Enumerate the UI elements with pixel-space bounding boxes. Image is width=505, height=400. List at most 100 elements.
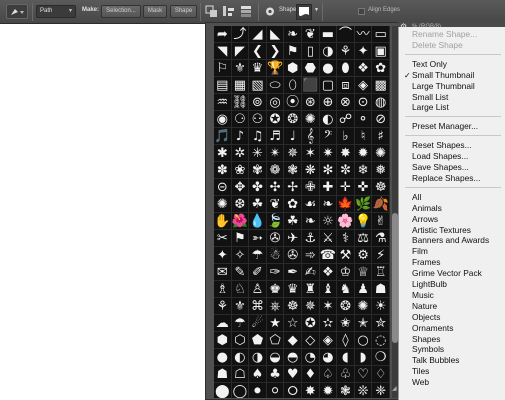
shape-thumbnail[interactable]: ☍ xyxy=(337,111,355,128)
shape-thumbnail[interactable]: ♦ xyxy=(302,366,320,383)
shape-thumbnail[interactable]: ✶ xyxy=(302,145,320,162)
shape-thumbnail[interactable]: ✌ xyxy=(372,213,390,230)
menu-item[interactable]: Small List xyxy=(399,92,505,103)
shape-thumbnail[interactable]: ⬮ xyxy=(337,60,355,77)
shape-thumbnail[interactable]: ♝ xyxy=(319,281,338,298)
shape-thumbnail[interactable]: ⊘ xyxy=(372,111,390,128)
shape-thumbnail[interactable]: ⊗ xyxy=(337,94,355,111)
shape-thumbnail[interactable]: ⬯ xyxy=(284,77,302,94)
shape-thumbnail[interactable]: ♗ xyxy=(214,281,232,298)
shape-thumbnail[interactable]: ☸ xyxy=(372,179,390,196)
shape-thumbnail[interactable]: ▬ xyxy=(319,26,338,43)
shape-thumbnail[interactable]: ♩ xyxy=(284,128,302,145)
shape-thumbnail[interactable]: ✸ xyxy=(302,383,320,398)
menu-item[interactable]: Artistic Textures xyxy=(399,225,505,236)
shape-thumbnail[interactable]: ⚪ xyxy=(267,383,285,398)
shape-thumbnail[interactable]: ⚫ xyxy=(249,383,267,398)
menu-item[interactable]: Tiles xyxy=(399,366,505,377)
shape-thumbnail[interactable]: ☂ xyxy=(249,247,267,264)
shape-thumbnail[interactable]: ⚇ xyxy=(249,111,267,128)
shape-thumbnail[interactable]: ♯ xyxy=(372,128,390,145)
menu-item[interactable]: Load Shapes... xyxy=(399,151,505,162)
shape-thumbnail[interactable]: ⊕ xyxy=(319,94,338,111)
shape-thumbnail[interactable]: ♜ xyxy=(302,281,320,298)
menu-item[interactable]: Symbols xyxy=(399,344,505,355)
menu-item[interactable]: Large List xyxy=(399,102,505,113)
shape-thumbnail[interactable]: ❅ xyxy=(372,162,390,179)
shape-thumbnail[interactable]: ✿ xyxy=(284,196,302,213)
shape-thumbnail[interactable]: ♛ xyxy=(249,60,267,77)
shape-thumbnail[interactable]: ◑ xyxy=(249,349,267,366)
shape-thumbnail[interactable]: ✪ xyxy=(302,315,320,332)
shape-thumbnail[interactable]: ♖ xyxy=(372,264,390,281)
shape-thumbnail[interactable]: ⚙ xyxy=(354,247,373,264)
shape-thumbnail[interactable]: ◤ xyxy=(231,43,250,60)
shape-thumbnail[interactable]: ⚓ xyxy=(302,230,320,247)
shape-thumbnail[interactable]: ⬡ xyxy=(231,332,250,349)
shape-thumbnail[interactable]: ♤ xyxy=(319,366,338,383)
shape-thumbnail[interactable]: ♧ xyxy=(337,366,355,383)
shape-thumbnail[interactable]: ♫ xyxy=(249,128,267,145)
shape-thumbnail[interactable]: ⎈ xyxy=(266,298,285,315)
shape-thumbnail[interactable]: ❧ xyxy=(284,26,302,43)
shape-thumbnail[interactable]: ✭ xyxy=(354,315,373,332)
shape-thumbnail[interactable]: ▯ xyxy=(302,43,320,60)
shape-thumbnail[interactable]: ☸ xyxy=(284,298,302,315)
shape-thumbnail[interactable]: ▢ xyxy=(319,77,338,94)
shape-thumbnail[interactable]: ✱ xyxy=(214,145,232,162)
shape-thumbnail[interactable]: ⚕ xyxy=(337,230,355,247)
shape-thumbnail[interactable]: ☆ xyxy=(284,315,302,332)
shape-thumbnail[interactable]: ◥ xyxy=(214,43,232,60)
shape-thumbnail[interactable]: ❯ xyxy=(266,43,285,60)
shape-thumbnail[interactable]: ⊛ xyxy=(302,94,320,111)
shape-thumbnail[interactable]: ✙ xyxy=(302,179,320,196)
shape-thumbnail[interactable]: 🏆 xyxy=(266,60,285,77)
shape-thumbnail[interactable]: ⬭ xyxy=(266,77,285,94)
menu-item[interactable]: Preset Manager... xyxy=(399,121,505,132)
shape-thumbnail[interactable]: ✷ xyxy=(319,145,338,162)
shape-thumbnail[interactable]: ♞ xyxy=(337,281,355,298)
shape-thumbnail[interactable]: ❆ xyxy=(231,196,250,213)
shape-thumbnail[interactable]: ⦿ xyxy=(284,94,302,111)
menu-item[interactable]: Large Thumbnail xyxy=(399,81,505,92)
shape-thumbnail[interactable]: ⊚ xyxy=(249,94,267,111)
shape-thumbnail[interactable]: ✇ xyxy=(266,230,285,247)
shape-thumbnail[interactable]: ✑ xyxy=(266,264,285,281)
shape-thumbnail[interactable]: ⚑ xyxy=(284,43,302,60)
shape-thumbnail[interactable]: ▣ xyxy=(372,43,390,60)
shape-thumbnail[interactable]: ◈ xyxy=(354,77,373,94)
shape-thumbnail[interactable]: ◊ xyxy=(337,332,355,349)
shape-thumbnail[interactable]: ☂ xyxy=(231,315,250,332)
custom-shape-picker[interactable] xyxy=(296,4,312,20)
shape-thumbnail[interactable]: ❂ xyxy=(337,298,355,315)
shape-thumbnail[interactable]: ❃ xyxy=(284,162,302,179)
shape-thumbnail[interactable]: ◣ xyxy=(266,26,285,43)
shape-thumbnail[interactable]: ☁ xyxy=(214,315,232,332)
shape-thumbnail[interactable]: 💧 xyxy=(249,213,267,230)
shape-thumbnail[interactable]: ⬤ xyxy=(214,383,232,398)
shape-thumbnail[interactable]: ➾ xyxy=(302,247,320,264)
shape-thumbnail[interactable]: ◒ xyxy=(266,349,285,366)
shape-thumbnail[interactable]: ♢ xyxy=(372,366,390,383)
menu-item[interactable]: Web xyxy=(399,377,505,388)
shape-thumbnail[interactable]: ✣ xyxy=(266,179,285,196)
shape-thumbnail[interactable]: ✎ xyxy=(231,264,250,281)
shape-thumbnail[interactable]: ✫ xyxy=(319,315,338,332)
shape-thumbnail[interactable]: ⚑ xyxy=(231,230,250,247)
shape-thumbnail[interactable]: ♣ xyxy=(266,366,285,383)
shape-thumbnail[interactable]: ◆ xyxy=(284,332,302,349)
menu-item[interactable]: Animals xyxy=(399,203,505,214)
path-arrangement-icon[interactable] xyxy=(239,4,253,19)
shape-thumbnail[interactable]: ✐ xyxy=(249,264,267,281)
shape-thumbnail[interactable]: ◎ xyxy=(266,94,285,111)
shape-thumbnail[interactable]: ⭘ xyxy=(284,383,302,398)
shape-thumbnail[interactable]: ⚖ xyxy=(354,230,373,247)
shape-thumbnail[interactable]: ✉ xyxy=(214,264,232,281)
shape-thumbnail[interactable]: ◖ xyxy=(337,349,355,366)
shape-thumbnail[interactable]: ⤴ xyxy=(231,26,250,43)
shape-thumbnail[interactable]: ◑ xyxy=(319,43,338,60)
menu-item[interactable]: Text Only xyxy=(399,59,505,70)
shape-thumbnail[interactable]: ❁ xyxy=(266,162,285,179)
shape-thumbnail[interactable]: ⬟ xyxy=(249,332,267,349)
shape-thumbnail[interactable]: ♒ xyxy=(214,94,232,111)
